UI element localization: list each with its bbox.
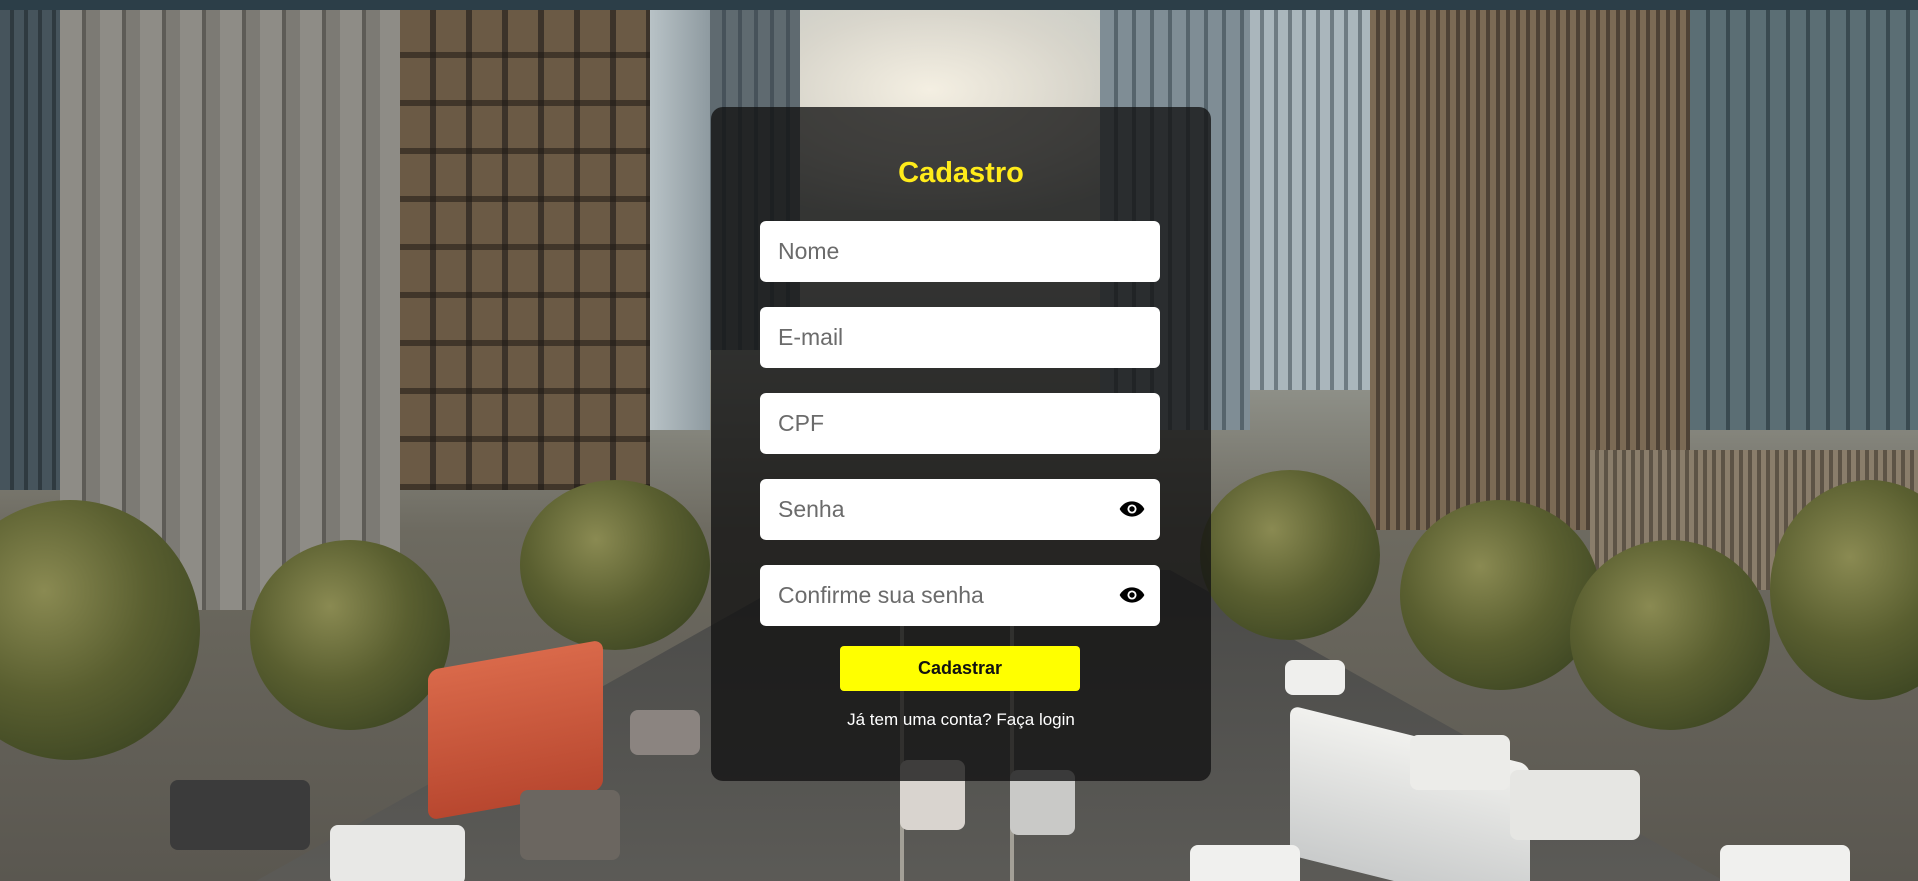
login-link[interactable]: Já tem uma conta? Faça login (711, 710, 1211, 730)
car (170, 780, 310, 850)
car (1510, 770, 1640, 840)
tree (1200, 470, 1380, 640)
signup-button[interactable]: Cadastrar (840, 646, 1080, 691)
name-input[interactable] (760, 221, 1160, 282)
tree (1570, 540, 1770, 730)
car (1285, 660, 1345, 695)
car (330, 825, 465, 881)
cpf-input[interactable] (760, 393, 1160, 454)
eye-icon[interactable] (1119, 586, 1145, 604)
building (1250, 10, 1370, 390)
signup-form-panel: Cadastro Cadastrar Já tem uma conta? Faç… (711, 107, 1211, 781)
password-input[interactable] (760, 479, 1160, 540)
tree (520, 480, 710, 650)
email-input[interactable] (760, 307, 1160, 368)
form-title: Cadastro (898, 157, 1024, 189)
eye-icon[interactable] (1119, 500, 1145, 518)
confirm-password-input[interactable] (760, 565, 1160, 626)
building (1690, 10, 1918, 430)
tree (250, 540, 450, 730)
building (0, 10, 60, 490)
top-strip (0, 0, 1918, 10)
car (630, 710, 700, 755)
car (1720, 845, 1850, 881)
car (520, 790, 620, 860)
car (1410, 735, 1510, 790)
building (650, 10, 710, 430)
tree (1400, 500, 1600, 690)
car (1190, 845, 1300, 881)
building (400, 10, 650, 490)
